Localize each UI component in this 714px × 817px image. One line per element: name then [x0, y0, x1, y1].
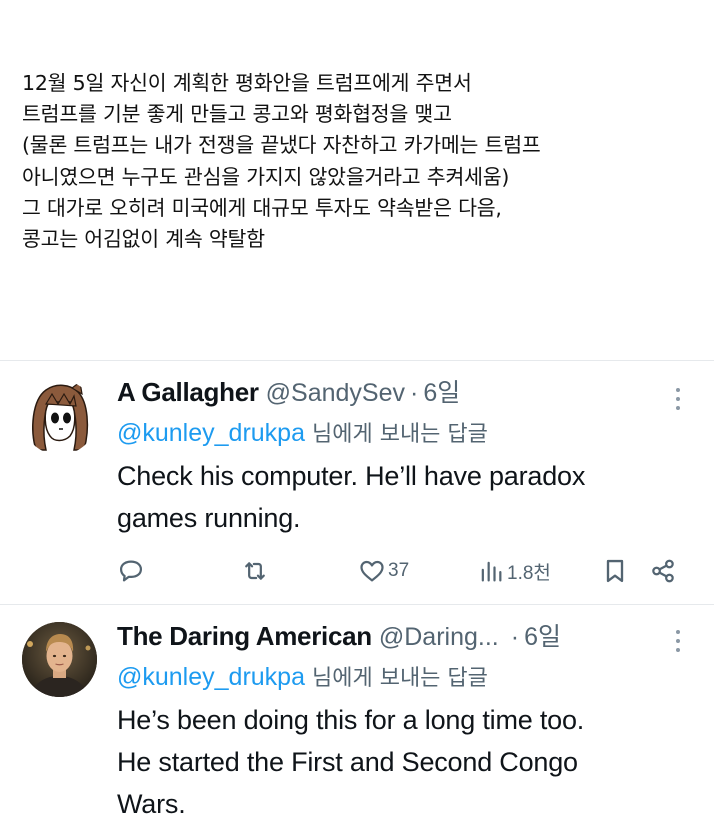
replying-to-suffix: 님에게 보내는 답글: [305, 666, 488, 691]
views-button[interactable]: 1.8천: [477, 556, 551, 586]
share-button[interactable]: [649, 556, 677, 586]
views-count: 1.8천: [507, 562, 551, 584]
retweet-button[interactable]: [241, 556, 269, 586]
display-name[interactable]: A Gallagher: [117, 374, 259, 410]
like-button[interactable]: 37: [358, 556, 409, 586]
post-line: 그 대가로 오히려 미국에게 대규모 투자도 약속받은 다음,: [22, 195, 502, 220]
reply-header: A Gallagher @SandySev · 6일: [117, 374, 687, 411]
avatar[interactable]: [22, 622, 97, 697]
display-name[interactable]: The Daring American: [117, 618, 372, 654]
bookmark-icon: [601, 557, 629, 585]
reply-tweet[interactable]: The Daring American @Daring... · 6일 @kun…: [0, 614, 714, 817]
post-line: (물론 트럼프는 내가 전쟁을 끝냈다 자찬하고 카가메는 트럼프: [22, 133, 541, 158]
replying-to: @kunley_drukpa 님에게 보내는 답글: [117, 415, 687, 453]
more-dots-icon[interactable]: [668, 384, 688, 414]
reply-button[interactable]: [117, 556, 145, 586]
post-line: 아니였으면 누구도 관심을 가지지 않았을거라고 추켜세움): [22, 164, 510, 189]
timestamp[interactable]: 6일: [423, 375, 460, 411]
replying-to: @kunley_drukpa 님에게 보내는 답글: [117, 659, 687, 697]
avatar[interactable]: [22, 380, 97, 455]
replying-to-suffix: 님에게 보내는 답글: [305, 422, 488, 447]
reply-tweet[interactable]: A Gallagher @SandySev · 6일 @kunley_drukp…: [0, 372, 714, 602]
reply-content: The Daring American @Daring... · 6일 @kun…: [117, 618, 687, 817]
bookmark-button[interactable]: [601, 556, 629, 586]
reply-body-line: Check his computer. He’ll have paradox: [117, 461, 586, 491]
reply-body-line: He’s been doing this for a long time too…: [117, 705, 585, 735]
reply-body-line: He started the First and Second Congo: [117, 747, 578, 777]
reply-header: The Daring American @Daring... · 6일: [117, 618, 687, 655]
share-icon: [649, 557, 677, 585]
reply-body-line: Wars.: [117, 789, 186, 817]
views-bar-chart-icon: [477, 557, 505, 585]
separator-dot: ·: [410, 379, 419, 407]
user-handle[interactable]: @SandySev: [266, 375, 405, 411]
post-line: 12월 5일 자신이 계획한 평화안을 트럼프에게 주면서: [22, 71, 472, 95]
reply-body: Check his computer. He’ll have paradox g…: [117, 455, 687, 539]
comment-bubble-icon: [117, 557, 145, 585]
reply-body-line: games running.: [117, 503, 301, 533]
user-handle[interactable]: @Daring...: [379, 619, 499, 655]
heart-icon: [358, 557, 386, 585]
post-text: 12월 5일 자신이 계획한 평화안을 트럼프에게 주면서 트럼프를 기분 좋게…: [22, 68, 702, 255]
timestamp[interactable]: 6일: [524, 619, 561, 655]
like-count: 37: [388, 560, 410, 581]
reply-body: He’s been doing this for a long time too…: [117, 699, 687, 817]
post-line: 트럼프를 기분 좋게 만들고 콩고와 평화협정을 맺고: [22, 102, 452, 127]
action-bar: 37 1.8천: [117, 556, 687, 586]
divider: [0, 604, 714, 605]
mention-link[interactable]: @kunley_drukpa: [117, 419, 305, 447]
retweet-icon: [241, 557, 269, 585]
divider: [0, 360, 714, 361]
more-dots-icon[interactable]: [668, 626, 688, 656]
post-line: 콩고는 어김없이 계속 약탈함: [22, 227, 265, 252]
reply-content: A Gallagher @SandySev · 6일 @kunley_drukp…: [117, 374, 687, 539]
separator-dot: ·: [510, 623, 520, 651]
mention-link[interactable]: @kunley_drukpa: [117, 663, 305, 691]
